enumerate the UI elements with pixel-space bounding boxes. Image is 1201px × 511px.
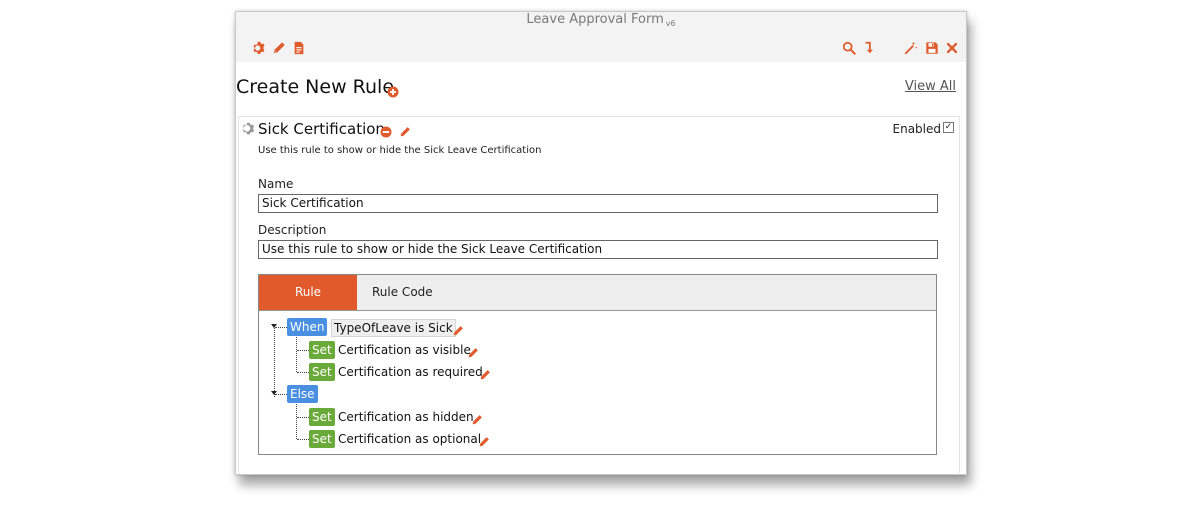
view-all-link[interactable]: View All — [905, 79, 956, 94]
pencil-icon[interactable] — [272, 41, 286, 55]
tree-connector — [297, 372, 309, 373]
document-icon[interactable] — [292, 41, 306, 55]
edit-pencil-icon[interactable] — [471, 411, 483, 425]
rule-name-heading: Sick Certification — [258, 120, 385, 138]
name-label: Name — [258, 177, 294, 191]
tab-rule-builder[interactable]: Rule Builder — [259, 275, 357, 334]
set-keyword[interactable]: Set — [309, 363, 335, 381]
rule-tabs-container: Rule Builder Rule Code When TypeOfLeave … — [258, 274, 937, 455]
action-text[interactable]: Certification as visible — [338, 341, 471, 359]
collapse-arrow-icon[interactable] — [271, 324, 277, 328]
page-title: Create New Rule — [236, 76, 395, 98]
save-icon[interactable] — [925, 41, 939, 55]
rule-description: Use this rule to show or hide the Sick L… — [258, 145, 542, 156]
tab-rule-code[interactable]: Rule Code — [357, 275, 448, 310]
when-keyword[interactable]: When — [287, 318, 328, 336]
tree-connector — [296, 337, 297, 372]
set-keyword[interactable]: Set — [309, 430, 335, 448]
enabled-label: Enabled — [892, 122, 942, 136]
rule-tree: When TypeOfLeave is Sick Set Certificati… — [259, 311, 936, 451]
window-version: v6 — [665, 19, 676, 28]
action-text[interactable]: Certification as required — [338, 363, 483, 381]
tree-connector — [274, 325, 275, 397]
collapse-arrow-icon[interactable] — [271, 391, 277, 395]
close-icon[interactable] — [945, 41, 959, 55]
gear-icon — [241, 121, 256, 136]
description-field[interactable]: Use this rule to show or hide the Sick L… — [258, 240, 938, 259]
action-text[interactable]: Certification as optional — [338, 430, 481, 448]
name-field[interactable]: Sick Certification — [258, 194, 938, 213]
add-circle-icon[interactable] — [387, 83, 399, 98]
edit-pencil-icon[interactable] — [452, 322, 464, 336]
tree-connector — [297, 350, 309, 351]
set-keyword[interactable]: Set — [309, 408, 335, 426]
when-condition[interactable]: TypeOfLeave is Sick — [331, 319, 456, 337]
enabled-checkbox[interactable]: ✓ — [943, 122, 954, 133]
edit-pencil-icon[interactable] — [467, 344, 479, 358]
tree-connector — [296, 404, 297, 439]
title-bar: Leave Approval Form v6 — [236, 12, 966, 62]
tab-bar: Rule Builder Rule Code — [259, 275, 936, 334]
remove-circle-icon[interactable] — [380, 123, 392, 138]
description-label: Description — [258, 223, 327, 237]
else-keyword[interactable]: Else — [287, 385, 318, 403]
magic-wand-icon[interactable] — [904, 41, 918, 55]
set-keyword[interactable]: Set — [309, 341, 335, 359]
edit-pencil-icon[interactable] — [478, 433, 490, 447]
action-text[interactable]: Certification as hidden — [338, 408, 474, 426]
search-icon[interactable] — [842, 41, 856, 55]
arrow-down-icon[interactable] — [862, 41, 876, 55]
gear-icon[interactable] — [252, 41, 266, 55]
window-title-text: Leave Approval Form — [526, 12, 664, 27]
edit-pencil-icon[interactable] — [399, 123, 411, 137]
window-title: Leave Approval Form v6 — [236, 12, 966, 28]
edit-pencil-icon[interactable] — [479, 366, 491, 380]
tree-connector — [297, 439, 309, 440]
tree-connector — [297, 417, 309, 418]
rule-editor-window: Leave Approval Form v6 Create New Rule V… — [235, 11, 967, 475]
